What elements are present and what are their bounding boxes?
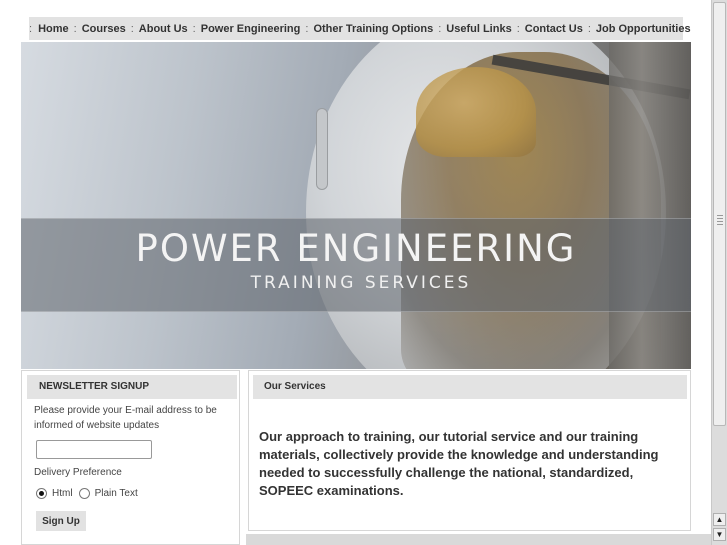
plain-text-radio-label[interactable]: Plain Text [95,488,138,499]
nav-separator: : [130,22,134,35]
nav-courses-link[interactable]: Courses [82,23,126,35]
scrollbar-grip-icon [717,213,723,225]
hero-slot-graphic [316,108,328,190]
newsletter-heading: NEWSLETTER SIGNUP [27,375,237,399]
nav-home-link[interactable]: Home [38,23,69,35]
hero-banner: POWER ENGINEERING TRAINING SERVICES [21,42,691,369]
newsletter-description: Please provide your E-mail address to be… [34,405,217,431]
nav-job-opportunities-link[interactable]: Job Opportunities [596,23,691,35]
nav-contact-us-link[interactable]: Contact Us [525,23,583,35]
nav-other-training-link[interactable]: Other Training Options [313,23,433,35]
nav-separator: : [305,22,309,35]
delivery-options: Html Plain Text [36,488,144,499]
nav-useful-links-link[interactable]: Useful Links [446,23,511,35]
main-nav: : Home : Courses : About Us : Power Engi… [29,17,691,40]
hero-machinery-graphic [609,42,691,369]
content-bottom-strip [246,534,711,545]
services-heading: Our Services [253,375,687,399]
services-panel: Our Services Our approach to training, o… [248,370,691,531]
services-description: Our approach to training, our tutorial s… [259,429,659,498]
scrollbar-thumb[interactable] [713,2,726,426]
nav-separator: : [587,22,591,35]
nav-separator: : [73,22,77,35]
newsletter-panel: NEWSLETTER SIGNUP Please provide your E-… [21,370,240,545]
plain-text-radio[interactable] [78,488,90,499]
nav-separator: : [516,22,520,35]
hero-title: POWER ENGINEERING [135,227,577,270]
nav-power-engineering-link[interactable]: Power Engineering [201,23,301,35]
nav-separator: : [438,22,442,35]
html-radio-label[interactable]: Html [52,488,73,499]
nav-separator: : [29,22,33,35]
html-radio[interactable] [36,488,47,499]
arrow-down-icon[interactable]: ▼ [713,528,726,541]
nav-separator: : [192,22,196,35]
hero-subtitle: TRAINING SERVICES [250,273,472,293]
email-input[interactable] [36,440,152,459]
hero-helmet-graphic [416,67,536,157]
arrow-up-icon[interactable]: ▲ [713,513,726,526]
page-scrollbar[interactable]: ▲ ▼ [711,0,727,545]
nav-about-us-link[interactable]: About Us [139,23,188,35]
sign-up-button[interactable]: Sign Up [36,511,86,531]
delivery-preference-label: Delivery Preference [34,467,122,478]
